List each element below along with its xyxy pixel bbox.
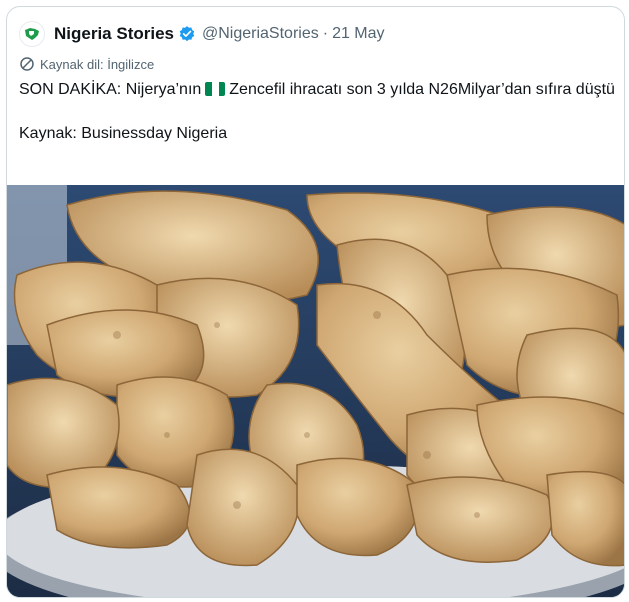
headline-start: SON DAKİKA: Nijerya’nın	[19, 81, 202, 98]
tweet-headline: SON DAKİKA: Nijerya’nın Zencefil ihracatı…	[19, 79, 619, 101]
translate-icon	[20, 57, 34, 71]
author-name[interactable]: Nigeria Stories	[54, 24, 174, 44]
language-note-text: Kaynak dil: İngilizce	[40, 56, 155, 72]
headline-end: Zencefil ihracatı son 3 yılda N26Milyar’…	[229, 81, 615, 98]
tweet-text: SON DAKİKA: Nijerya’nın Zencefil ihracatı…	[19, 79, 619, 145]
separator-dot: ·	[322, 25, 329, 42]
verified-badge-icon	[179, 26, 195, 42]
tweet-date[interactable]: 21 May	[332, 25, 384, 43]
language-note[interactable]: Kaynak dil: İngilizce	[19, 56, 154, 72]
nigeria-map-logo-icon	[25, 28, 39, 40]
tweet-card[interactable]: Nigeria Stories @NigeriaStories · 21 May…	[6, 6, 625, 598]
tweet-header: Nigeria Stories @NigeriaStories · 21 May	[19, 21, 385, 47]
tweet-image[interactable]	[7, 185, 624, 597]
nigeria-flag-icon	[205, 82, 226, 96]
tweet-source: Kaynak: Businessday Nigeria	[19, 125, 228, 142]
avatar[interactable]	[19, 21, 45, 47]
author-handle[interactable]: @NigeriaStories	[202, 25, 319, 43]
ginger-photo	[7, 185, 624, 597]
